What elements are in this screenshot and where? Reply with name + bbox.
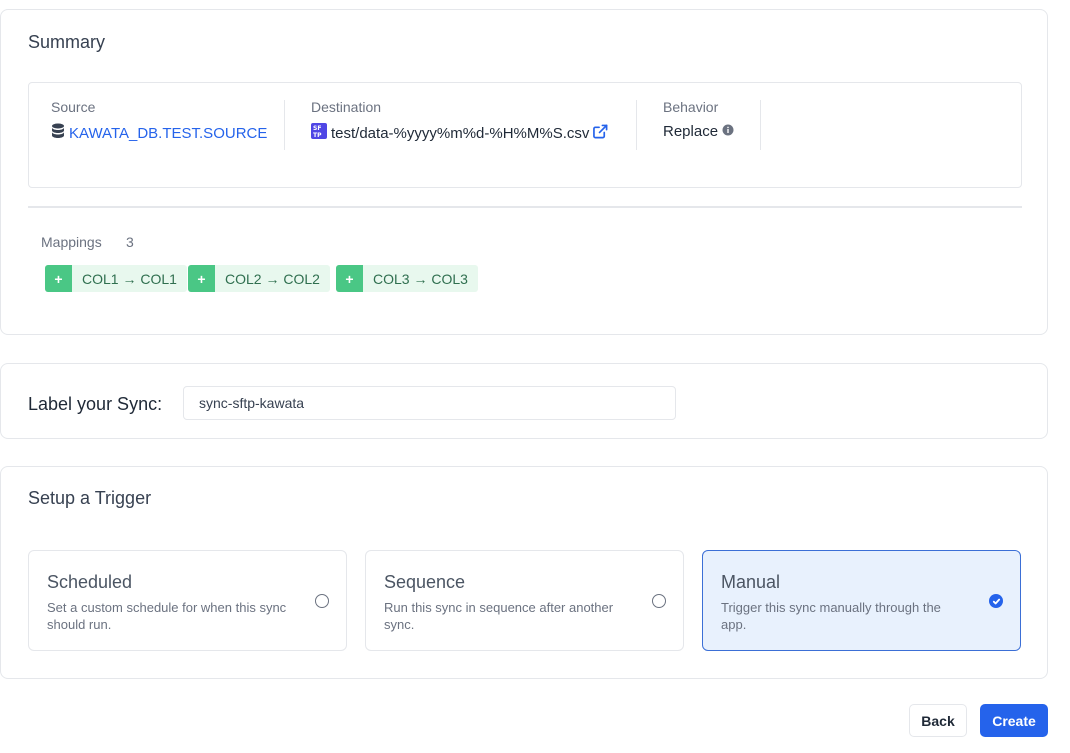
mapping-chip: + COL1 → COL1 [45, 265, 187, 292]
mappings-label: Mappings [41, 234, 102, 250]
summary-box: Source KAWATA_DB.TEST.SOURCE Destination [28, 82, 1022, 188]
behavior-value: Replace [663, 123, 719, 140]
trigger-option-manual[interactable]: Manual Trigger this sync manually throug… [702, 550, 1021, 651]
database-icon [51, 123, 65, 143]
summary-divider [28, 206, 1022, 208]
source-label: Source [51, 99, 96, 115]
sync-label-input[interactable] [183, 386, 676, 420]
option-description: Run this sync in sequence after another … [384, 600, 614, 632]
radio-button[interactable] [652, 594, 666, 608]
svg-text:SF: SF [313, 125, 321, 132]
plus-icon: + [45, 265, 72, 292]
create-button[interactable]: Create [980, 704, 1048, 737]
info-icon[interactable] [722, 123, 734, 140]
back-button[interactable]: Back [909, 704, 967, 737]
behavior-column: Behavior Replace [663, 99, 734, 151]
mappings-count: 3 [126, 234, 134, 250]
trigger-option-sequence[interactable]: Sequence Run this sync in sequence after… [365, 550, 684, 651]
column-divider [284, 100, 285, 150]
label-sync-card: Label your Sync: [0, 363, 1048, 439]
mapping-chip: + COL2 → COL2 [188, 265, 330, 292]
destination-column: Destination SF TP test/data-%yyyy%m%d-%H… [311, 99, 608, 151]
plus-icon: + [336, 265, 363, 292]
summary-title: Summary [28, 32, 106, 52]
label-sync-label: Label your Sync: [28, 394, 163, 414]
option-title: Sequence [384, 572, 466, 592]
summary-card: Summary Source KAWATA_DB.TEST.SOURCE Des… [0, 9, 1048, 335]
mapping-chip: + COL3 → COL3 [336, 265, 478, 292]
trigger-option-scheduled[interactable]: Scheduled Set a custom schedule for when… [28, 550, 347, 651]
trigger-title: Setup a Trigger [28, 488, 152, 508]
external-link-icon[interactable] [593, 124, 608, 143]
source-column: Source KAWATA_DB.TEST.SOURCE [51, 99, 267, 151]
source-link[interactable]: KAWATA_DB.TEST.SOURCE [69, 125, 267, 142]
mapping-text: COL2 → COL2 [225, 270, 320, 287]
behavior-label: Behavior [663, 99, 719, 115]
column-divider [760, 100, 761, 150]
radio-button[interactable] [315, 594, 329, 608]
option-description: Set a custom schedule for when this sync… [47, 600, 287, 632]
plus-icon: + [188, 265, 215, 292]
option-description: Trigger this sync manually through the a… [721, 600, 941, 632]
option-title: Manual [721, 572, 781, 592]
trigger-card: Setup a Trigger Scheduled Set a custom s… [0, 466, 1048, 679]
destination-label: Destination [311, 99, 382, 115]
svg-text:TP: TP [313, 132, 322, 139]
option-title: Scheduled [47, 572, 133, 592]
radio-checked-icon[interactable] [989, 594, 1003, 608]
mapping-text: COL3 → COL3 [373, 270, 468, 287]
column-divider [636, 100, 637, 150]
mapping-text: COL1 → COL1 [82, 270, 177, 287]
destination-path: test/data-%yyyy%m%d-%H%M%S.csv [331, 124, 590, 142]
sftp-icon: SF TP [311, 123, 327, 143]
